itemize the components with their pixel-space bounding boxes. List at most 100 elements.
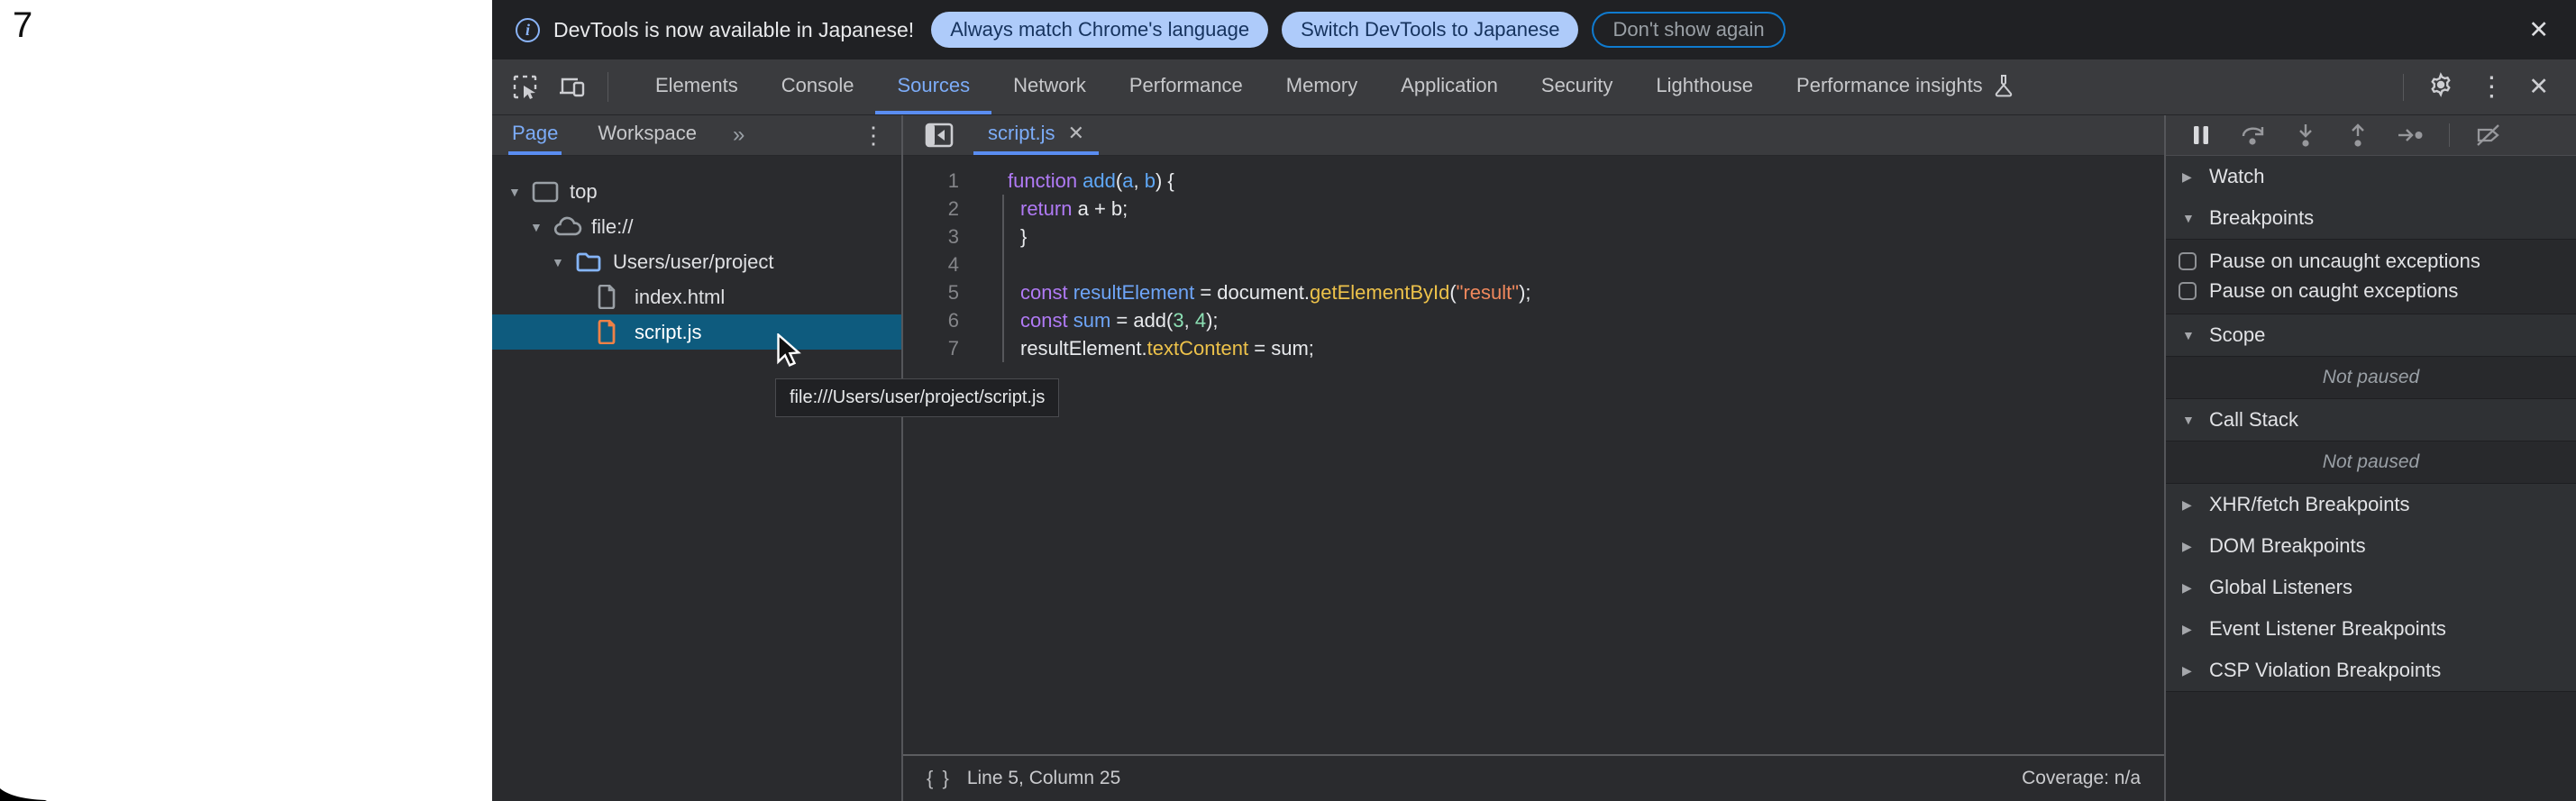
tab-label: Performance bbox=[1129, 74, 1243, 97]
code-editor[interactable]: 1function add(a, b) {2return a + b;3}45c… bbox=[903, 156, 2164, 754]
section-label: DOM Breakpoints bbox=[2209, 534, 2366, 558]
code-text: resultElement.textContent = sum; bbox=[959, 334, 1314, 362]
tab-label: Network bbox=[1013, 74, 1086, 97]
tab-application[interactable]: Application bbox=[1379, 59, 1520, 114]
tree-item-file[interactable]: ▼file:// bbox=[492, 209, 901, 244]
code-line-2[interactable]: 2return a + b; bbox=[903, 195, 2164, 223]
tab-network[interactable]: Network bbox=[991, 59, 1108, 114]
tree-item-script-js[interactable]: script.js bbox=[492, 314, 901, 350]
settings-gear-icon[interactable] bbox=[2427, 71, 2454, 103]
navigator-menu-kebab-icon[interactable]: ⋮ bbox=[862, 115, 885, 155]
close-devtools-icon[interactable]: ✕ bbox=[2528, 73, 2549, 101]
line-number: 7 bbox=[903, 334, 959, 362]
more-options-kebab-icon[interactable]: ⋮ bbox=[2478, 71, 2505, 103]
tab-label: Sources bbox=[897, 74, 970, 97]
section-call-stack[interactable]: ▼Call Stack bbox=[2166, 399, 2576, 441]
tree-item-label: script.js bbox=[635, 321, 702, 344]
navigator-overflow-chevrons[interactable]: » bbox=[733, 115, 746, 155]
switch-japanese-button[interactable]: Switch DevTools to Japanese bbox=[1282, 12, 1578, 48]
device-toolbar-icon[interactable] bbox=[548, 59, 597, 114]
controls-divider bbox=[2403, 74, 2404, 101]
tree-item-label: Users/user/project bbox=[613, 250, 774, 274]
checkbox[interactable] bbox=[2179, 252, 2197, 270]
mouse-cursor bbox=[777, 333, 804, 371]
file-js-icon bbox=[597, 321, 626, 344]
file-tree: ▼top▼file://▼Users/user/projectindex.htm… bbox=[492, 156, 901, 801]
dismiss-banner-button[interactable]: Don't show again bbox=[1592, 12, 1785, 48]
navigator-tab-workspace[interactable]: Workspace bbox=[594, 115, 700, 155]
tree-item-index-html[interactable]: index.html bbox=[492, 279, 901, 314]
tree-item-users-user-project[interactable]: ▼ Users/user/project bbox=[492, 244, 901, 279]
info-icon: i bbox=[516, 18, 540, 42]
frame-icon bbox=[532, 180, 561, 204]
editor-tab-scriptjs[interactable]: script.js ✕ bbox=[973, 115, 1099, 155]
expander-icon: ▶ bbox=[2182, 622, 2209, 637]
section-label: Watch bbox=[2209, 165, 2265, 188]
navigator-tab-page[interactable]: Page bbox=[508, 115, 562, 155]
tab-performance-insights[interactable]: Performance insights bbox=[1775, 59, 2035, 114]
code-line-5[interactable]: 5const resultElement = document.getEleme… bbox=[903, 278, 2164, 306]
line-number: 4 bbox=[903, 250, 959, 278]
step-over-icon[interactable] bbox=[2240, 122, 2267, 149]
section-watch[interactable]: ▶Watch bbox=[2166, 156, 2576, 197]
flask-icon bbox=[1994, 74, 2014, 97]
section-label: Call Stack bbox=[2209, 408, 2298, 432]
expander-icon: ▶ bbox=[2182, 169, 2209, 185]
tab-elements[interactable]: Elements bbox=[634, 59, 760, 114]
tab-lighthouse[interactable]: Lighthouse bbox=[1634, 59, 1775, 114]
sources-panel: PageWorkspace » ⋮ ▼top▼file://▼Users/use… bbox=[492, 115, 2576, 801]
navigator-pane: PageWorkspace » ⋮ ▼top▼file://▼Users/use… bbox=[492, 115, 901, 801]
tab-security[interactable]: Security bbox=[1520, 59, 1634, 114]
expander-icon[interactable]: ▼ bbox=[552, 255, 575, 269]
debugger-toolbar bbox=[2166, 115, 2576, 156]
code-line-3[interactable]: 3} bbox=[903, 223, 2164, 250]
deactivate-breakpoints-icon[interactable] bbox=[2475, 122, 2502, 149]
code-line-7[interactable]: 7resultElement.textContent = sum; bbox=[903, 334, 2164, 362]
inspect-element-icon[interactable] bbox=[503, 59, 548, 114]
section-dom-breakpoints[interactable]: ▶DOM Breakpoints bbox=[2166, 525, 2576, 567]
pause-icon[interactable] bbox=[2188, 122, 2215, 149]
tab-console[interactable]: Console bbox=[760, 59, 876, 114]
line-number: 5 bbox=[903, 278, 959, 306]
section-csp-violation-breakpoints[interactable]: ▶CSP Violation Breakpoints bbox=[2166, 650, 2576, 691]
section-xhr-fetch-breakpoints[interactable]: ▶XHR/fetch Breakpoints bbox=[2166, 484, 2576, 525]
section-global-listeners[interactable]: ▶Global Listeners bbox=[2166, 567, 2576, 608]
checkbox-row-pause-on-uncaught-exceptions[interactable]: Pause on uncaught exceptions bbox=[2179, 246, 2576, 276]
checkbox-row-pause-on-caught-exceptions[interactable]: Pause on caught exceptions bbox=[2179, 276, 2576, 305]
hide-navigator-icon[interactable] bbox=[918, 115, 961, 155]
banner-message: DevTools is now available in Japanese! bbox=[553, 18, 914, 42]
section-breakpoints[interactable]: ▼Breakpoints bbox=[2166, 197, 2576, 239]
tab-memory[interactable]: Memory bbox=[1265, 59, 1379, 114]
editor-pane: script.js ✕ 1function add(a, b) {2return… bbox=[903, 115, 2164, 801]
expander-icon: ▼ bbox=[2182, 413, 2209, 427]
section-label: Scope bbox=[2209, 323, 2265, 347]
checkbox[interactable] bbox=[2179, 282, 2197, 300]
tab-performance[interactable]: Performance bbox=[1108, 59, 1265, 114]
tabbar-right-controls: ⋮ ✕ bbox=[2403, 59, 2576, 114]
banner-close-icon[interactable]: ✕ bbox=[2528, 18, 2549, 42]
code-text: } bbox=[959, 223, 1027, 250]
section-scope[interactable]: ▼Scope bbox=[2166, 314, 2576, 356]
editor-tab-label: script.js bbox=[988, 122, 1055, 145]
expander-icon[interactable]: ▼ bbox=[508, 185, 532, 199]
code-line-6[interactable]: 6const sum = add(3, 4); bbox=[903, 306, 2164, 334]
step-into-icon[interactable] bbox=[2292, 122, 2319, 149]
breakpoints-options: Pause on uncaught exceptions Pause on cau… bbox=[2166, 239, 2576, 314]
checkbox-label: Pause on uncaught exceptions bbox=[2209, 250, 2480, 273]
code-line-4[interactable]: 4 bbox=[903, 250, 2164, 278]
step-icon[interactable] bbox=[2397, 122, 2424, 149]
not-paused-message: Not paused bbox=[2166, 441, 2576, 484]
line-number: 6 bbox=[903, 306, 959, 334]
match-language-button[interactable]: Always match Chrome's language bbox=[931, 12, 1268, 48]
code-line-1[interactable]: 1function add(a, b) { bbox=[903, 167, 2164, 195]
step-out-icon[interactable] bbox=[2344, 122, 2371, 149]
tree-item-label: index.html bbox=[635, 286, 725, 309]
language-banner: i DevTools is now available in Japanese!… bbox=[492, 0, 2576, 59]
expander-icon[interactable]: ▼ bbox=[530, 220, 553, 234]
devtools-window: i DevTools is now available in Japanese!… bbox=[492, 0, 2576, 801]
editor-tab-close-icon[interactable]: ✕ bbox=[1068, 122, 1084, 145]
section-event-listener-breakpoints[interactable]: ▶Event Listener Breakpoints bbox=[2166, 608, 2576, 650]
navigator-header: Page Workspace » ⋮ bbox=[492, 115, 901, 156]
tree-item-top[interactable]: ▼top bbox=[492, 174, 901, 209]
tab-sources[interactable]: Sources bbox=[875, 59, 991, 114]
